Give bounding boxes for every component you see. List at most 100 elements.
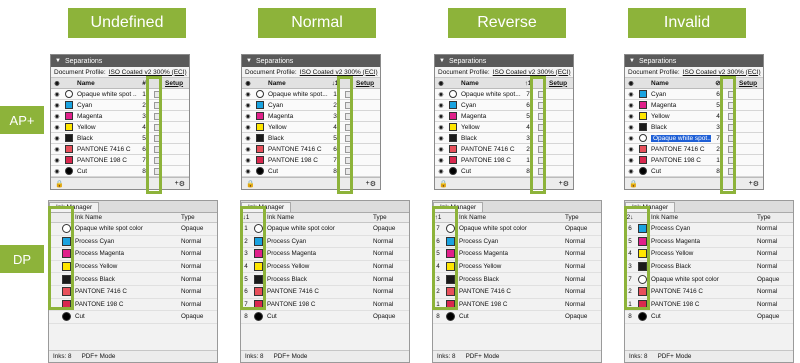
eye-icon[interactable]: ◉: [435, 102, 447, 109]
setup-checkbox[interactable]: [342, 156, 354, 164]
sort-order-icon[interactable]: 2↓: [625, 214, 635, 221]
checkbox-box[interactable]: [727, 145, 735, 153]
checkbox-box[interactable]: [344, 167, 352, 175]
collapse-triangle-icon[interactable]: ▼: [55, 58, 61, 64]
eye-icon[interactable]: ◉: [435, 146, 447, 153]
separation-row[interactable]: ◉ PANTONE 7416 C 2: [435, 144, 573, 155]
checkbox-box[interactable]: [727, 101, 735, 109]
tab-ink-manager[interactable]: Ink Manager: [49, 202, 100, 212]
panel-header[interactable]: ▼ Separations: [625, 55, 763, 67]
checkbox-box[interactable]: [153, 112, 161, 120]
eye-icon[interactable]: ◉: [435, 80, 447, 87]
checkbox-box[interactable]: [537, 123, 545, 131]
eye-icon[interactable]: ◉: [242, 146, 254, 153]
sort-order-icon[interactable]: ↑1: [433, 214, 443, 221]
setup-checkbox[interactable]: [151, 101, 163, 109]
ink-row[interactable]: 6 PANTONE 7416 C Normal: [241, 286, 409, 299]
setup-checkbox[interactable]: [535, 134, 547, 142]
ink-row[interactable]: 3 Process Magenta Normal: [241, 248, 409, 261]
checkbox-box[interactable]: [344, 123, 352, 131]
checkbox-box[interactable]: [153, 145, 161, 153]
collapse-triangle-icon[interactable]: ▼: [439, 58, 445, 64]
ink-row[interactable]: 2 Process Cyan Normal: [241, 236, 409, 249]
eye-icon[interactable]: ◉: [625, 168, 637, 175]
eye-icon[interactable]: ◉: [625, 135, 637, 142]
setup-checkbox[interactable]: [535, 156, 547, 164]
checkbox-box[interactable]: [344, 112, 352, 120]
eye-icon[interactable]: ◉: [435, 168, 447, 175]
eye-icon[interactable]: ◉: [51, 91, 63, 98]
checkbox-box[interactable]: [727, 90, 735, 98]
checkbox-box[interactable]: [537, 90, 545, 98]
checkbox-box[interactable]: [344, 145, 352, 153]
checkbox-box[interactable]: [537, 156, 545, 164]
separation-row[interactable]: ◉ Cyan 6: [625, 89, 763, 100]
ink-row[interactable]: 4 Process Yellow Normal: [625, 248, 793, 261]
ink-row[interactable]: 5 Process Magenta Normal: [433, 248, 601, 261]
ink-row[interactable]: PANTONE 7416 C Normal: [49, 286, 217, 299]
separation-row[interactable]: ◉ PANTONE 7416 C 6: [242, 144, 380, 155]
eye-icon[interactable]: ◉: [51, 113, 63, 120]
profile-link[interactable]: ISO Coated v2 300% (ECI): [493, 69, 571, 76]
separation-row[interactable]: ◉ Yellow 4: [242, 122, 380, 133]
panel-header[interactable]: ▼ Separations: [435, 55, 573, 67]
sort-order-icon[interactable]: ⊘: [711, 79, 725, 87]
setup-link[interactable]: Setup: [354, 80, 380, 87]
separation-row[interactable]: ◉ Opaque white spot... 7: [625, 133, 763, 144]
gear-icon[interactable]: ⚙: [563, 180, 569, 188]
separation-row[interactable]: ◉ Cyan 6: [435, 100, 573, 111]
checkbox-box[interactable]: [153, 101, 161, 109]
setup-checkbox[interactable]: [342, 123, 354, 131]
separation-row[interactable]: ◉ PANTONE 198 C 7: [242, 155, 380, 166]
setup-checkbox[interactable]: [535, 145, 547, 153]
setup-checkbox[interactable]: [342, 101, 354, 109]
eye-icon[interactable]: ◉: [51, 80, 63, 87]
checkbox-box[interactable]: [537, 134, 545, 142]
eye-icon[interactable]: ◉: [625, 124, 637, 131]
eye-icon[interactable]: ◉: [51, 168, 63, 175]
ink-row[interactable]: 2 PANTONE 7416 C Normal: [433, 286, 601, 299]
separation-row[interactable]: ◉ Black 3: [625, 122, 763, 133]
checkbox-box[interactable]: [344, 101, 352, 109]
panel-header[interactable]: ▼ Separations: [242, 55, 380, 67]
setup-checkbox[interactable]: [535, 123, 547, 131]
eye-icon[interactable]: ◉: [51, 102, 63, 109]
profile-link[interactable]: ISO Coated v2 300% (ECI): [300, 69, 378, 76]
ink-row[interactable]: Opaque white spot color Opaque: [49, 223, 217, 236]
separation-row[interactable]: ◉ Yellow 4: [435, 122, 573, 133]
checkbox-box[interactable]: [537, 101, 545, 109]
ink-row[interactable]: Cut Opaque: [49, 311, 217, 324]
lock-icon[interactable]: 🔒: [629, 180, 638, 188]
ink-row[interactable]: 8 Cut Opaque: [625, 311, 793, 324]
checkbox-box[interactable]: [153, 134, 161, 142]
checkbox-box[interactable]: [727, 134, 735, 142]
setup-checkbox[interactable]: [725, 90, 737, 98]
eye-icon[interactable]: ◉: [435, 157, 447, 164]
setup-checkbox[interactable]: [535, 101, 547, 109]
separation-row[interactable]: ◉ Black 5: [51, 133, 189, 144]
eye-icon[interactable]: ◉: [242, 80, 254, 87]
ink-row[interactable]: 7 PANTONE 198 C Normal: [241, 299, 409, 312]
lock-icon[interactable]: 🔒: [246, 180, 255, 188]
gear-icon[interactable]: ⚙: [370, 180, 376, 188]
ink-row[interactable]: 7 Opaque white spot color Opaque: [433, 223, 601, 236]
setup-checkbox[interactable]: [725, 123, 737, 131]
setup-checkbox[interactable]: [725, 156, 737, 164]
ink-row[interactable]: 4 Process Yellow Normal: [433, 261, 601, 274]
ink-row[interactable]: 8 Cut Opaque: [241, 311, 409, 324]
ink-row[interactable]: PANTONE 198 C Normal: [49, 299, 217, 312]
separation-row[interactable]: ◉ PANTONE 198 C 7: [51, 155, 189, 166]
lock-icon[interactable]: 🔒: [55, 180, 64, 188]
eye-icon[interactable]: ◉: [242, 113, 254, 120]
ink-row[interactable]: Process Cyan Normal: [49, 236, 217, 249]
sort-order-icon[interactable]: ↓1: [241, 214, 251, 221]
ink-row[interactable]: 5 Process Magenta Normal: [625, 236, 793, 249]
separation-row[interactable]: ◉ PANTONE 198 C 1: [625, 155, 763, 166]
eye-icon[interactable]: ◉: [435, 113, 447, 120]
separation-row[interactable]: ◉ Black 5: [242, 133, 380, 144]
ink-row[interactable]: 6 Process Cyan Normal: [433, 236, 601, 249]
setup-checkbox[interactable]: [151, 156, 163, 164]
profile-link[interactable]: ISO Coated v2 300% (ECI): [109, 69, 187, 76]
separation-row[interactable]: ◉ Yellow 4: [625, 111, 763, 122]
ink-row[interactable]: 1 PANTONE 198 C Normal: [625, 299, 793, 312]
